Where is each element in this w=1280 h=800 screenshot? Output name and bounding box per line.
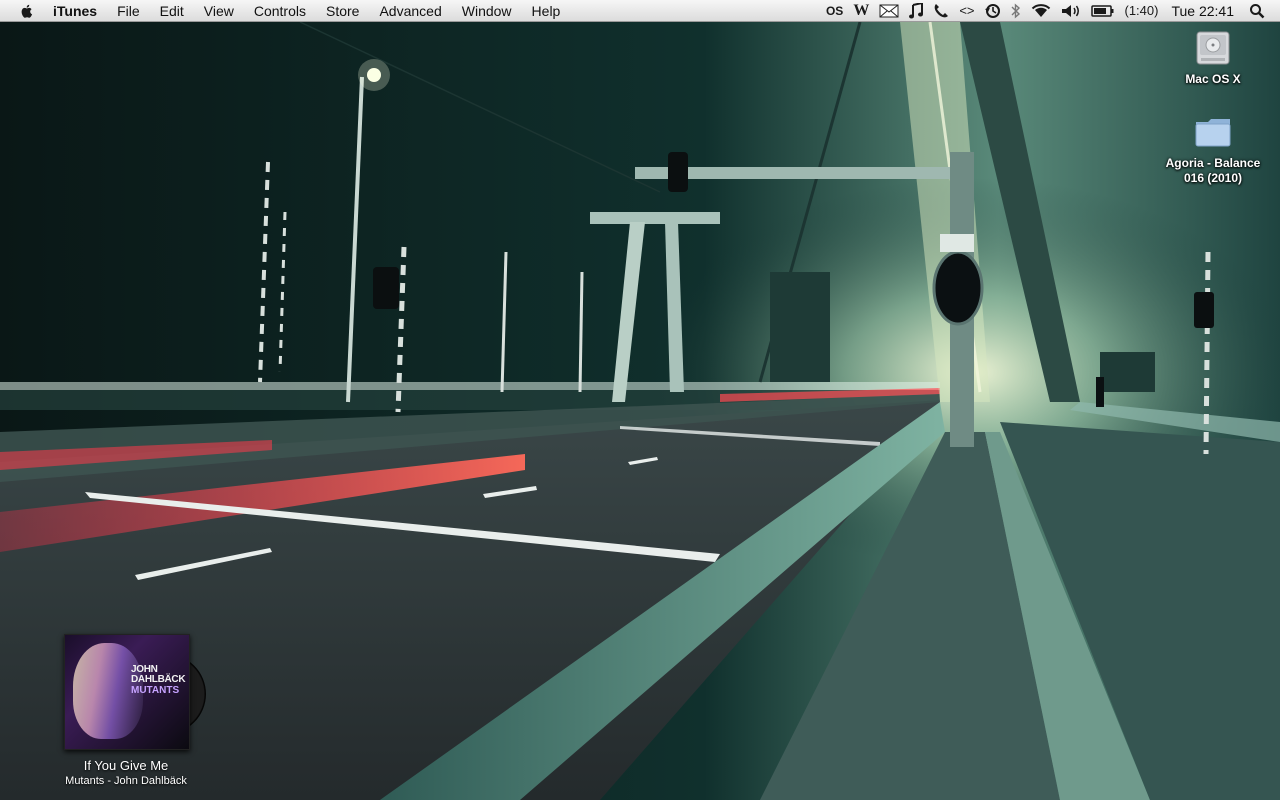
album-cover: JOHN DAHLBÄCK MUTANTS xyxy=(64,634,190,750)
volume-icon[interactable] xyxy=(1061,0,1081,22)
album-art-subtitle: MUTANTS xyxy=(131,685,180,696)
desktop-icon-mac-os-x[interactable]: Mac OS X xyxy=(1158,28,1268,87)
desktop-icon-label: Agoria - Balance 016 (2010) xyxy=(1165,156,1261,185)
desktop-icon-label: Mac OS X xyxy=(1185,72,1241,86)
os-icon[interactable]: OS xyxy=(826,0,843,22)
menu-clock[interactable]: Tue 22:41 xyxy=(1171,3,1234,19)
music-note-icon[interactable] xyxy=(909,0,924,22)
menu-window[interactable]: Window xyxy=(452,0,522,22)
time-machine-icon[interactable] xyxy=(984,0,1001,22)
mail-icon[interactable] xyxy=(879,0,899,22)
menu-file[interactable]: File xyxy=(107,0,150,22)
track-subtitle: Mutants - John Dahlbäck xyxy=(65,775,187,787)
desktop-icon-agoria-folder[interactable]: Agoria - Balance 016 (2010) xyxy=(1158,112,1268,186)
menu-app-itunes[interactable]: iTunes xyxy=(53,0,107,22)
battery-time[interactable]: (1:40) xyxy=(1125,0,1159,22)
menu-view[interactable]: View xyxy=(194,0,244,22)
album-art-title: JOHN DAHLBÄCK xyxy=(131,664,186,685)
menu-help[interactable]: Help xyxy=(522,0,571,22)
apple-icon[interactable] xyxy=(19,3,35,19)
sync-arrows-icon[interactable]: <> xyxy=(959,0,974,22)
menu-store[interactable]: Store xyxy=(316,0,369,22)
phone-icon[interactable] xyxy=(933,0,949,22)
battery-icon[interactable] xyxy=(1090,0,1115,22)
menu-edit[interactable]: Edit xyxy=(150,0,194,22)
spotlight-icon[interactable] xyxy=(1249,0,1265,22)
menu-bar: iTunes File Edit View Controls Store Adv… xyxy=(0,0,1280,22)
bluetooth-icon[interactable] xyxy=(1011,0,1021,22)
track-title: If You Give Me xyxy=(83,758,169,773)
w-icon[interactable]: W xyxy=(853,0,869,22)
now-playing-widget[interactable]: JOHN DAHLBÄCK MUTANTS If You Give Me Mut… xyxy=(40,634,212,787)
wifi-icon[interactable] xyxy=(1031,0,1051,22)
hard-drive-icon xyxy=(1193,28,1233,68)
menu-advanced[interactable]: Advanced xyxy=(369,0,451,22)
album-artwork[interactable]: JOHN DAHLBÄCK MUTANTS xyxy=(64,634,206,752)
folder-icon xyxy=(1193,112,1233,152)
menu-controls[interactable]: Controls xyxy=(244,0,316,22)
